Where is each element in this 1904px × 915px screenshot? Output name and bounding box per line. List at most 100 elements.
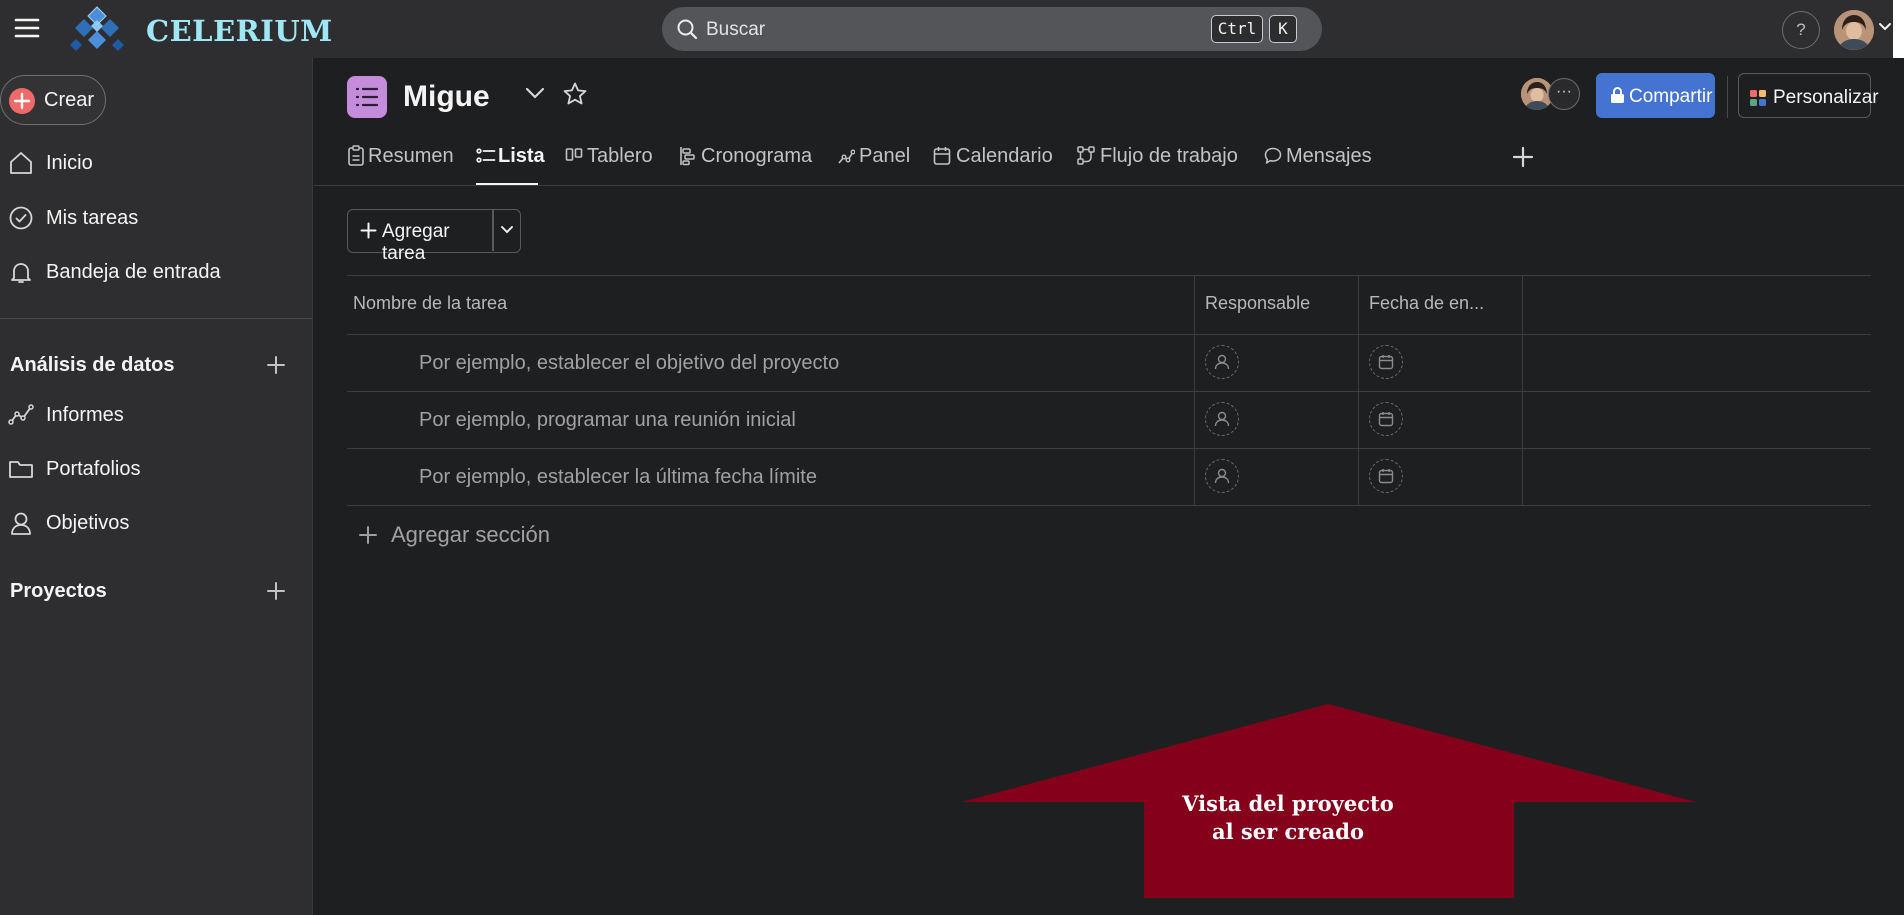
task-name[interactable]: Por ejemplo, establecer la última fecha … bbox=[419, 466, 817, 489]
plus-icon bbox=[358, 525, 378, 545]
project-menu-chevron-icon[interactable] bbox=[524, 86, 546, 100]
tab-label: Cronograma bbox=[701, 145, 813, 167]
add-task-dropdown-button[interactable] bbox=[494, 210, 520, 251]
project-title[interactable]: Migue bbox=[403, 80, 490, 114]
check-circle-icon bbox=[8, 205, 34, 231]
due-date-calendar-icon[interactable] bbox=[1369, 459, 1403, 493]
annotation-line-2: al ser creado bbox=[1212, 819, 1364, 844]
tab-mensajes[interactable]: Mensajes bbox=[1264, 142, 1374, 186]
column-divider bbox=[1358, 275, 1359, 506]
favorite-star-icon[interactable] bbox=[562, 81, 588, 107]
calendar-icon bbox=[933, 145, 951, 167]
clipboard-icon bbox=[347, 145, 365, 167]
share-label: Compartir bbox=[1629, 86, 1713, 107]
project-list-icon[interactable] bbox=[347, 76, 387, 118]
sidebar: Crear Inicio Mis tareas Bandeja de entra… bbox=[0, 58, 313, 915]
celerium-logo-icon[interactable] bbox=[68, 5, 126, 55]
hamburger-menu-icon[interactable] bbox=[14, 17, 40, 39]
lock-icon bbox=[1610, 86, 1625, 104]
bell-icon bbox=[8, 259, 34, 285]
user-avatar[interactable] bbox=[1834, 10, 1874, 50]
customize-label: Personalizar bbox=[1773, 87, 1879, 108]
add-analytics-plus-icon[interactable] bbox=[266, 355, 286, 375]
due-date-calendar-icon[interactable] bbox=[1369, 402, 1403, 436]
dashboard-icon bbox=[837, 145, 855, 167]
plus-circle-icon bbox=[9, 88, 35, 114]
assignee-placeholder-icon[interactable] bbox=[1205, 402, 1239, 436]
due-date-calendar-icon[interactable] bbox=[1369, 345, 1403, 379]
table-border bbox=[347, 334, 1871, 335]
tab-tablero[interactable]: Tablero bbox=[565, 142, 655, 186]
assignee-placeholder-icon[interactable] bbox=[1205, 345, 1239, 379]
tab-resumen[interactable]: Resumen bbox=[347, 142, 454, 186]
tab-label: Mensajes bbox=[1286, 145, 1372, 167]
add-task-label: Agregar tarea bbox=[382, 221, 450, 264]
analytics-section-title[interactable]: Análisis de datos bbox=[10, 354, 175, 377]
task-name[interactable]: Por ejemplo, programar una reunión inici… bbox=[419, 409, 796, 432]
tab-label: Panel bbox=[859, 145, 911, 167]
add-task-split-button: Agregar tarea bbox=[347, 209, 521, 264]
add-tab-plus-icon[interactable] bbox=[1512, 146, 1534, 168]
shortcut-ctrl-key: Ctrl bbox=[1211, 15, 1263, 43]
add-task-button[interactable]: Agregar tarea bbox=[348, 210, 493, 264]
tab-label: Tablero bbox=[587, 145, 653, 167]
folder-icon bbox=[8, 456, 34, 482]
shortcut-k-key: K bbox=[1269, 15, 1297, 43]
search-icon bbox=[676, 18, 698, 40]
column-divider bbox=[1522, 275, 1523, 506]
top-bar: CELERIUM Buscar Ctrl K ? bbox=[0, 0, 1904, 58]
tab-label: Calendario bbox=[956, 145, 1053, 167]
table-border bbox=[347, 391, 1871, 392]
sidebar-item-inicio[interactable]: Inicio bbox=[0, 142, 312, 186]
column-divider bbox=[1194, 275, 1195, 506]
sidebar-item-bandeja[interactable]: Bandeja de entrada bbox=[0, 251, 312, 295]
message-icon bbox=[1264, 145, 1282, 167]
share-button[interactable]: Compartir bbox=[1596, 73, 1715, 118]
projects-section-title[interactable]: Proyectos bbox=[10, 580, 107, 603]
sidebar-item-objetivos[interactable]: Objetivos bbox=[0, 502, 312, 546]
tab-flujo-de-trabajo[interactable]: Flujo de trabajo bbox=[1077, 142, 1242, 186]
sidebar-item-label: Portafolios bbox=[46, 458, 141, 480]
sidebar-item-label: Inicio bbox=[46, 152, 93, 174]
tabs-divider bbox=[314, 185, 1904, 186]
tab-label: Flujo de trabajo bbox=[1100, 145, 1238, 167]
sidebar-item-informes[interactable]: Informes bbox=[0, 394, 312, 438]
home-icon bbox=[8, 150, 34, 176]
create-label: Crear bbox=[44, 89, 95, 111]
table-border bbox=[347, 448, 1871, 449]
brand-name[interactable]: CELERIUM bbox=[146, 14, 333, 48]
plus-icon bbox=[360, 222, 377, 239]
column-header-due-date[interactable]: Fecha de en... bbox=[1369, 293, 1484, 314]
help-button[interactable]: ? bbox=[1782, 11, 1820, 49]
task-name[interactable]: Por ejemplo, establecer el objetivo del … bbox=[419, 352, 839, 375]
sidebar-item-label: Objetivos bbox=[46, 512, 130, 534]
tab-lista[interactable]: Lista bbox=[476, 142, 545, 186]
tab-label: Resumen bbox=[368, 145, 454, 167]
tab-calendario[interactable]: Calendario bbox=[933, 142, 1053, 186]
create-button[interactable]: Crear bbox=[0, 75, 106, 125]
search-bar[interactable]: Buscar Ctrl K bbox=[662, 7, 1322, 51]
members-more-button[interactable]: ··· bbox=[1548, 78, 1580, 110]
timeline-icon bbox=[679, 145, 697, 167]
tab-cronograma[interactable]: Cronograma bbox=[679, 142, 813, 186]
table-border-top bbox=[347, 275, 1871, 276]
assignee-placeholder-icon[interactable] bbox=[1205, 459, 1239, 493]
column-header-assignee[interactable]: Responsable bbox=[1205, 293, 1310, 314]
workflow-icon bbox=[1077, 145, 1095, 167]
customize-button[interactable]: Personalizar bbox=[1738, 73, 1879, 118]
tab-label: Lista bbox=[498, 145, 545, 167]
chevron-down-icon bbox=[501, 226, 513, 234]
sidebar-item-portafolios[interactable]: Portafolios bbox=[0, 448, 312, 492]
board-icon bbox=[565, 145, 583, 167]
sidebar-item-mis-tareas[interactable]: Mis tareas bbox=[0, 197, 312, 241]
table-border-bottom bbox=[347, 505, 1871, 506]
account-menu-chevron-icon[interactable] bbox=[1878, 22, 1892, 32]
sidebar-item-label: Informes bbox=[46, 404, 124, 426]
column-header-task-name[interactable]: Nombre de la tarea bbox=[353, 293, 507, 314]
add-project-plus-icon[interactable] bbox=[266, 581, 286, 601]
search-placeholder: Buscar bbox=[706, 19, 766, 40]
window-edge bbox=[1893, 0, 1904, 58]
annotation-text: Vista del proyecto al ser creado bbox=[1143, 790, 1433, 846]
annotation-line-1: Vista del proyecto bbox=[1182, 791, 1394, 816]
tab-panel[interactable]: Panel bbox=[837, 142, 911, 186]
